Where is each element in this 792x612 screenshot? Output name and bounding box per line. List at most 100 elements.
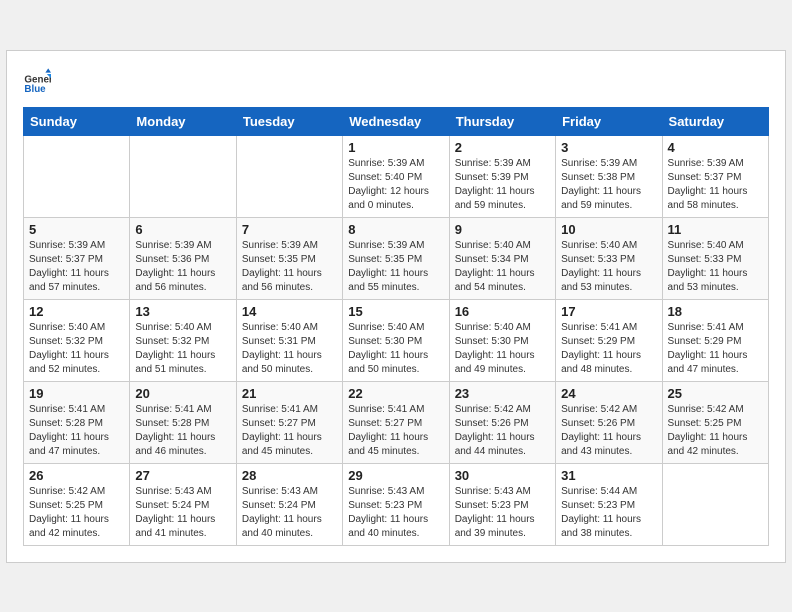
day-number: 14: [242, 304, 337, 319]
calendar-cell: 29Sunrise: 5:43 AMSunset: 5:23 PMDayligh…: [343, 463, 449, 545]
day-number: 27: [135, 468, 230, 483]
day-info: Sunrise: 5:41 AMSunset: 5:28 PMDaylight:…: [135, 403, 230, 459]
logo-icon: General Blue: [23, 67, 51, 95]
day-info: Sunrise: 5:41 AMSunset: 5:27 PMDaylight:…: [348, 403, 443, 459]
weekday-header-tuesday: Tuesday: [236, 107, 342, 135]
calendar-cell: 8 Sunrise: 5:39 AMSunset: 5:35 PMDaylight…: [343, 217, 449, 299]
calendar-cell: 1 Sunrise: 5:39 AMSunset: 5:40 PMDaylight…: [343, 135, 449, 217]
calendar-cell: 26 Sunrise: 5:42 AMSunset: 5:25 PMDayligh…: [24, 463, 130, 545]
calendar-cell: 18 Sunrise: 5:41 AMSunset: 5:29 PMDayligh…: [662, 299, 768, 381]
day-number: 17: [561, 304, 656, 319]
day-info: Sunrise: 5:39 AMSunset: 5:39 PMDaylight:…: [455, 157, 550, 213]
day-number: 2: [455, 140, 550, 155]
day-info: Sunrise: 5:40 AMSunset: 5:30 PMDaylight:…: [348, 321, 443, 377]
calendar-week-5: 26 Sunrise: 5:42 AMSunset: 5:25 PMDayligh…: [24, 463, 769, 545]
day-number: 1: [348, 140, 443, 155]
day-number: 8: [348, 222, 443, 237]
day-number: 20: [135, 386, 230, 401]
day-number: 22: [348, 386, 443, 401]
day-number: 30: [455, 468, 550, 483]
calendar-cell: 5 Sunrise: 5:39 AMSunset: 5:37 PMDaylight…: [24, 217, 130, 299]
calendar-cell: 25 Sunrise: 5:42 AMSunset: 5:25 PMDayligh…: [662, 381, 768, 463]
day-number: 19: [29, 386, 124, 401]
day-info: Sunrise: 5:40 AMSunset: 5:34 PMDaylight:…: [455, 239, 550, 295]
calendar-cell: 16 Sunrise: 5:40 AMSunset: 5:30 PMDayligh…: [449, 299, 555, 381]
day-info: Sunrise: 5:41 AMSunset: 5:29 PMDaylight:…: [668, 321, 763, 377]
day-number: 24: [561, 386, 656, 401]
calendar-cell: 24 Sunrise: 5:42 AMSunset: 5:26 PMDayligh…: [556, 381, 662, 463]
day-number: 13: [135, 304, 230, 319]
weekday-header-monday: Monday: [130, 107, 236, 135]
calendar-cell: 11 Sunrise: 5:40 AMSunset: 5:33 PMDayligh…: [662, 217, 768, 299]
weekday-header-wednesday: Wednesday: [343, 107, 449, 135]
day-info: Sunrise: 5:40 AMSunset: 5:32 PMDaylight:…: [135, 321, 230, 377]
header: General Blue: [23, 67, 769, 95]
day-number: 16: [455, 304, 550, 319]
calendar-cell: 21Sunrise: 5:41 AMSunset: 5:27 PMDayligh…: [236, 381, 342, 463]
calendar-cell: 13 Sunrise: 5:40 AMSunset: 5:32 PMDayligh…: [130, 299, 236, 381]
day-number: 9: [455, 222, 550, 237]
calendar-week-2: 5 Sunrise: 5:39 AMSunset: 5:37 PMDaylight…: [24, 217, 769, 299]
day-info: Sunrise: 5:39 AMSunset: 5:35 PMDaylight:…: [348, 239, 443, 295]
day-number: 29: [348, 468, 443, 483]
day-info: Sunrise: 5:42 AMSunset: 5:26 PMDaylight:…: [455, 403, 550, 459]
calendar-cell: 15 Sunrise: 5:40 AMSunset: 5:30 PMDayligh…: [343, 299, 449, 381]
day-info: Sunrise: 5:39 AMSunset: 5:38 PMDaylight:…: [561, 157, 656, 213]
calendar-cell: 7 Sunrise: 5:39 AMSunset: 5:35 PMDaylight…: [236, 217, 342, 299]
day-number: 4: [668, 140, 763, 155]
day-number: 15: [348, 304, 443, 319]
day-info: Sunrise: 5:42 AMSunset: 5:26 PMDaylight:…: [561, 403, 656, 459]
day-info: Sunrise: 5:42 AMSunset: 5:25 PMDaylight:…: [29, 485, 124, 541]
day-number: 3: [561, 140, 656, 155]
calendar-cell: 10 Sunrise: 5:40 AMSunset: 5:33 PMDayligh…: [556, 217, 662, 299]
calendar-cell: [130, 135, 236, 217]
calendar-week-4: 19 Sunrise: 5:41 AMSunset: 5:28 PMDayligh…: [24, 381, 769, 463]
calendar-cell: 31Sunrise: 5:44 AMSunset: 5:23 PMDayligh…: [556, 463, 662, 545]
day-info: Sunrise: 5:39 AMSunset: 5:35 PMDaylight:…: [242, 239, 337, 295]
calendar-cell: 9 Sunrise: 5:40 AMSunset: 5:34 PMDaylight…: [449, 217, 555, 299]
calendar-cell: 22 Sunrise: 5:41 AMSunset: 5:27 PMDayligh…: [343, 381, 449, 463]
day-info: Sunrise: 5:42 AMSunset: 5:25 PMDaylight:…: [668, 403, 763, 459]
calendar-cell: 3 Sunrise: 5:39 AMSunset: 5:38 PMDaylight…: [556, 135, 662, 217]
day-number: 11: [668, 222, 763, 237]
calendar-cell: 6 Sunrise: 5:39 AMSunset: 5:36 PMDaylight…: [130, 217, 236, 299]
day-number: 23: [455, 386, 550, 401]
calendar-cell: 2 Sunrise: 5:39 AMSunset: 5:39 PMDaylight…: [449, 135, 555, 217]
day-number: 12: [29, 304, 124, 319]
day-info: Sunrise: 5:40 AMSunset: 5:30 PMDaylight:…: [455, 321, 550, 377]
weekday-header-thursday: Thursday: [449, 107, 555, 135]
day-info: Sunrise: 5:41 AMSunset: 5:28 PMDaylight:…: [29, 403, 124, 459]
weekday-header-saturday: Saturday: [662, 107, 768, 135]
calendar-cell: 20 Sunrise: 5:41 AMSunset: 5:28 PMDayligh…: [130, 381, 236, 463]
weekday-header-friday: Friday: [556, 107, 662, 135]
calendar-cell: [662, 463, 768, 545]
calendar-cell: 17 Sunrise: 5:41 AMSunset: 5:29 PMDayligh…: [556, 299, 662, 381]
day-info: Sunrise: 5:40 AMSunset: 5:33 PMDaylight:…: [561, 239, 656, 295]
calendar-cell: 27Sunrise: 5:43 AMSunset: 5:24 PMDayligh…: [130, 463, 236, 545]
day-info: Sunrise: 5:40 AMSunset: 5:31 PMDaylight:…: [242, 321, 337, 377]
calendar-week-1: 1 Sunrise: 5:39 AMSunset: 5:40 PMDaylight…: [24, 135, 769, 217]
weekday-header-row: SundayMondayTuesdayWednesdayThursdayFrid…: [24, 107, 769, 135]
day-number: 5: [29, 222, 124, 237]
day-number: 6: [135, 222, 230, 237]
day-number: 21: [242, 386, 337, 401]
logo: General Blue: [23, 67, 51, 95]
day-number: 26: [29, 468, 124, 483]
day-info: Sunrise: 5:39 AMSunset: 5:37 PMDaylight:…: [29, 239, 124, 295]
calendar-cell: 14 Sunrise: 5:40 AMSunset: 5:31 PMDayligh…: [236, 299, 342, 381]
day-number: 18: [668, 304, 763, 319]
day-info: Sunrise: 5:39 AMSunset: 5:37 PMDaylight:…: [668, 157, 763, 213]
day-number: 7: [242, 222, 337, 237]
day-info: Sunrise: 5:41 AMSunset: 5:29 PMDaylight:…: [561, 321, 656, 377]
day-info: Sunrise: 5:39 AMSunset: 5:40 PMDaylight:…: [348, 157, 443, 213]
calendar-cell: [24, 135, 130, 217]
day-info: Sunrise: 5:43 AMSunset: 5:23 PMDaylight:…: [455, 485, 550, 541]
weekday-header-sunday: Sunday: [24, 107, 130, 135]
day-info: Sunrise: 5:40 AMSunset: 5:33 PMDaylight:…: [668, 239, 763, 295]
day-number: 10: [561, 222, 656, 237]
calendar-container: General Blue SundayMondayTuesdayWednesda…: [6, 50, 786, 563]
calendar-cell: 23 Sunrise: 5:42 AMSunset: 5:26 PMDayligh…: [449, 381, 555, 463]
calendar-table: SundayMondayTuesdayWednesdayThursdayFrid…: [23, 107, 769, 546]
day-number: 25: [668, 386, 763, 401]
day-info: Sunrise: 5:39 AMSunset: 5:36 PMDaylight:…: [135, 239, 230, 295]
